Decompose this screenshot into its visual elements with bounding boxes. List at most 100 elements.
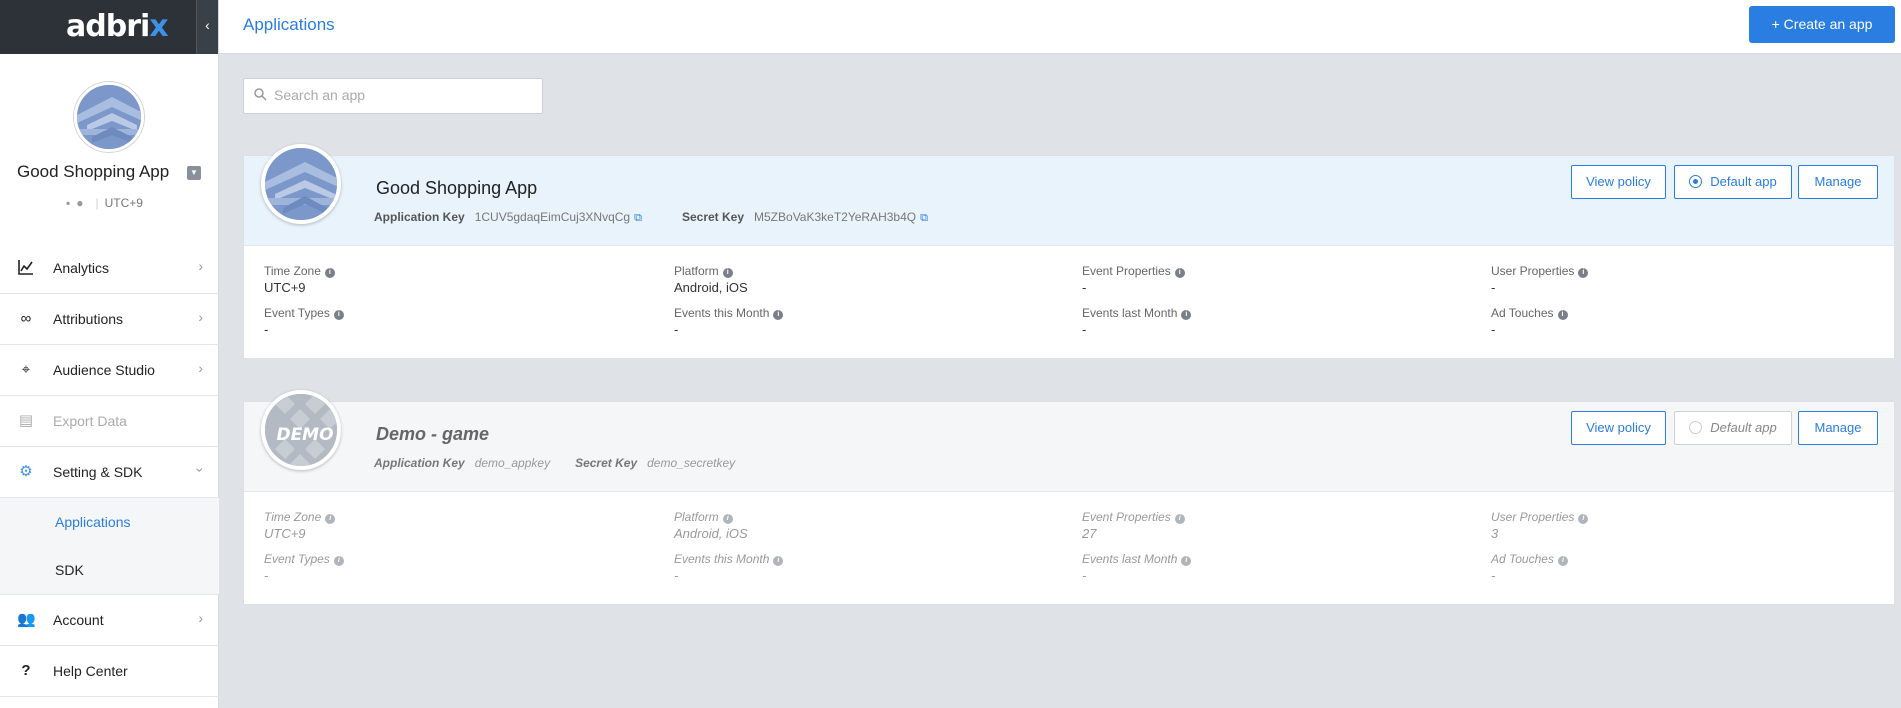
subnav-setting-sdk: Applications SDK	[0, 498, 219, 595]
nav-audience-studio[interactable]: ⌖ Audience Studio ›	[0, 345, 219, 396]
app-dropdown-icon[interactable]: ▼	[187, 166, 201, 180]
info-icon[interactable]: i	[722, 514, 733, 524]
app-card: DEMO Demo - game Application Key demo_app…	[243, 390, 1895, 605]
nav-label: Export Data	[53, 413, 127, 429]
stat-event-properties: Event Properties i 27	[1082, 510, 1482, 541]
nav-label: Help Center	[53, 663, 128, 679]
stat-time-zone: Time Zone i UTC+9	[264, 264, 664, 295]
info-icon[interactable]: i	[1181, 310, 1192, 320]
view-policy-button[interactable]: View policy	[1571, 165, 1666, 199]
stat-event-types: Event Types i -	[264, 552, 664, 583]
file-export-icon: ▤	[18, 412, 34, 429]
info-icon[interactable]: i	[1557, 556, 1568, 566]
nav-help-center[interactable]: ? Help Center	[0, 646, 219, 697]
info-icon[interactable]: i	[324, 268, 335, 278]
nav-analytics[interactable]: Analytics ›	[0, 243, 219, 294]
manage-button[interactable]: Manage	[1798, 165, 1878, 199]
copy-icon[interactable]: ⧉	[634, 212, 642, 224]
subnav-item-sdk[interactable]: SDK	[0, 546, 219, 594]
nav-attributions[interactable]: ∞ Attributions ›	[0, 294, 219, 345]
app-keys: Application Key demo_appkey Secret Key demo…	[374, 456, 760, 470]
stat-platform: Platform i Android, iOS	[674, 264, 1074, 295]
info-icon[interactable]: i	[333, 310, 344, 320]
stat-value: 27	[1082, 526, 1097, 541]
chevron-right-icon: ›	[198, 360, 203, 376]
view-policy-button[interactable]: View policy	[1571, 411, 1666, 445]
stat-event-properties: Event Properties i -	[1082, 264, 1482, 295]
search-input[interactable]	[274, 87, 534, 103]
stat-value: -	[1491, 322, 1496, 337]
info-icon[interactable]: i	[773, 556, 784, 566]
nav-label: Audience Studio	[53, 362, 155, 378]
stat-label: Platform	[674, 510, 719, 524]
stat-ad-touches: Ad Touches i -	[1491, 306, 1891, 337]
stat-events-last-month: Events last Month i -	[1082, 552, 1482, 583]
app-title: Demo - game	[376, 424, 490, 444]
sidebar-nav: Analytics › ∞ Attributions › ⌖ Audience …	[0, 243, 219, 697]
default-app-label: Default app	[1710, 420, 1777, 435]
app-key-value: 1CUV5gdaqEimCuj3XNvqCg	[474, 210, 631, 224]
stat-label: Ad Touches	[1491, 306, 1554, 320]
app-keys: Application Key 1CUV5gdaqEimCuj3XNvqCg ⧉ Se…	[374, 210, 968, 225]
nav-label: Attributions	[53, 311, 124, 327]
info-icon[interactable]: i	[1578, 514, 1589, 524]
page-title: Applications	[243, 15, 335, 34]
nav-label: Account	[53, 612, 104, 628]
adbrix-logo[interactable]: adbrix	[66, 9, 169, 44]
plus-icon: +	[1771, 16, 1784, 32]
stat-value: UTC+9	[264, 280, 306, 295]
demo-avatar-text: DEMO	[276, 425, 333, 445]
info-icon[interactable]: i	[325, 514, 336, 524]
copy-icon[interactable]: ⧉	[920, 212, 928, 224]
stat-event-types: Event Types i -	[264, 306, 664, 337]
nav-export-data[interactable]: ▤ Export Data	[0, 396, 219, 447]
stat-events-last-month: Events last Month i -	[1082, 306, 1482, 337]
create-app-label: Create an app	[1783, 16, 1873, 32]
app-key-value: demo_appkey	[474, 456, 551, 470]
android-icon: ▪	[66, 196, 71, 210]
info-icon[interactable]: i	[1557, 310, 1568, 320]
subnav-item-applications[interactable]: Applications	[0, 498, 219, 546]
stat-value: UTC+9	[264, 526, 306, 541]
default-app-button[interactable]: Default app	[1674, 165, 1792, 199]
stat-value: -	[264, 568, 269, 583]
stat-label: Event Types	[264, 552, 330, 566]
info-icon[interactable]: i	[333, 556, 344, 566]
logo-bar: adbrix ‹	[0, 0, 218, 54]
stat-time-zone: Time Zone i UTC+9	[264, 510, 664, 541]
manage-button[interactable]: Manage	[1798, 411, 1878, 445]
stat-user-properties: User Properties i 3	[1491, 510, 1891, 541]
stat-label: Events this Month	[674, 552, 770, 566]
stat-value: -	[674, 322, 679, 337]
stat-label: Events last Month	[1082, 552, 1178, 566]
create-app-button[interactable]: + Create an app	[1749, 6, 1895, 43]
users-icon: 👥	[17, 611, 36, 628]
nav-label: Setting & SDK	[53, 464, 143, 480]
stat-platform: Platform i Android, iOS	[674, 510, 1074, 541]
radio-unselected-icon	[1689, 421, 1703, 434]
info-icon[interactable]: i	[1174, 514, 1185, 524]
chevron-right-icon: ›	[198, 309, 203, 325]
stat-ad-touches: Ad Touches i -	[1491, 552, 1891, 583]
chevron-right-icon: ›	[198, 258, 203, 274]
apple-icon: ●	[76, 196, 84, 210]
app-key-label: Application Key	[374, 210, 465, 224]
nav-setting-sdk[interactable]: ⚙ Setting & SDK ›	[0, 447, 219, 498]
info-icon[interactable]: i	[1181, 556, 1192, 566]
stat-value: Android, iOS	[674, 526, 748, 541]
info-icon[interactable]: i	[1174, 268, 1185, 278]
stat-events-this-month: Events this Month i -	[674, 306, 1074, 337]
chevron-left-icon[interactable]: ‹	[196, 0, 218, 54]
stat-label: User Properties	[1491, 264, 1575, 278]
default-app-button[interactable]: Default app	[1674, 411, 1792, 445]
nav-account[interactable]: 👥 Account ›	[0, 595, 219, 646]
demo-avatar: DEMO	[261, 390, 341, 470]
secret-key-value: M5ZBoVaK3keT2YeRAH3b4Q	[754, 210, 917, 224]
info-icon[interactable]: i	[773, 310, 784, 320]
app-card-header: Good Shopping App Application Key 1CUV5gd…	[244, 144, 1894, 246]
logo-x: x	[149, 9, 168, 44]
chevron-right-icon: ›	[198, 610, 203, 626]
info-icon[interactable]: i	[1578, 268, 1589, 278]
info-icon[interactable]: i	[722, 268, 733, 278]
stat-events-this-month: Events this Month i -	[674, 552, 1074, 583]
